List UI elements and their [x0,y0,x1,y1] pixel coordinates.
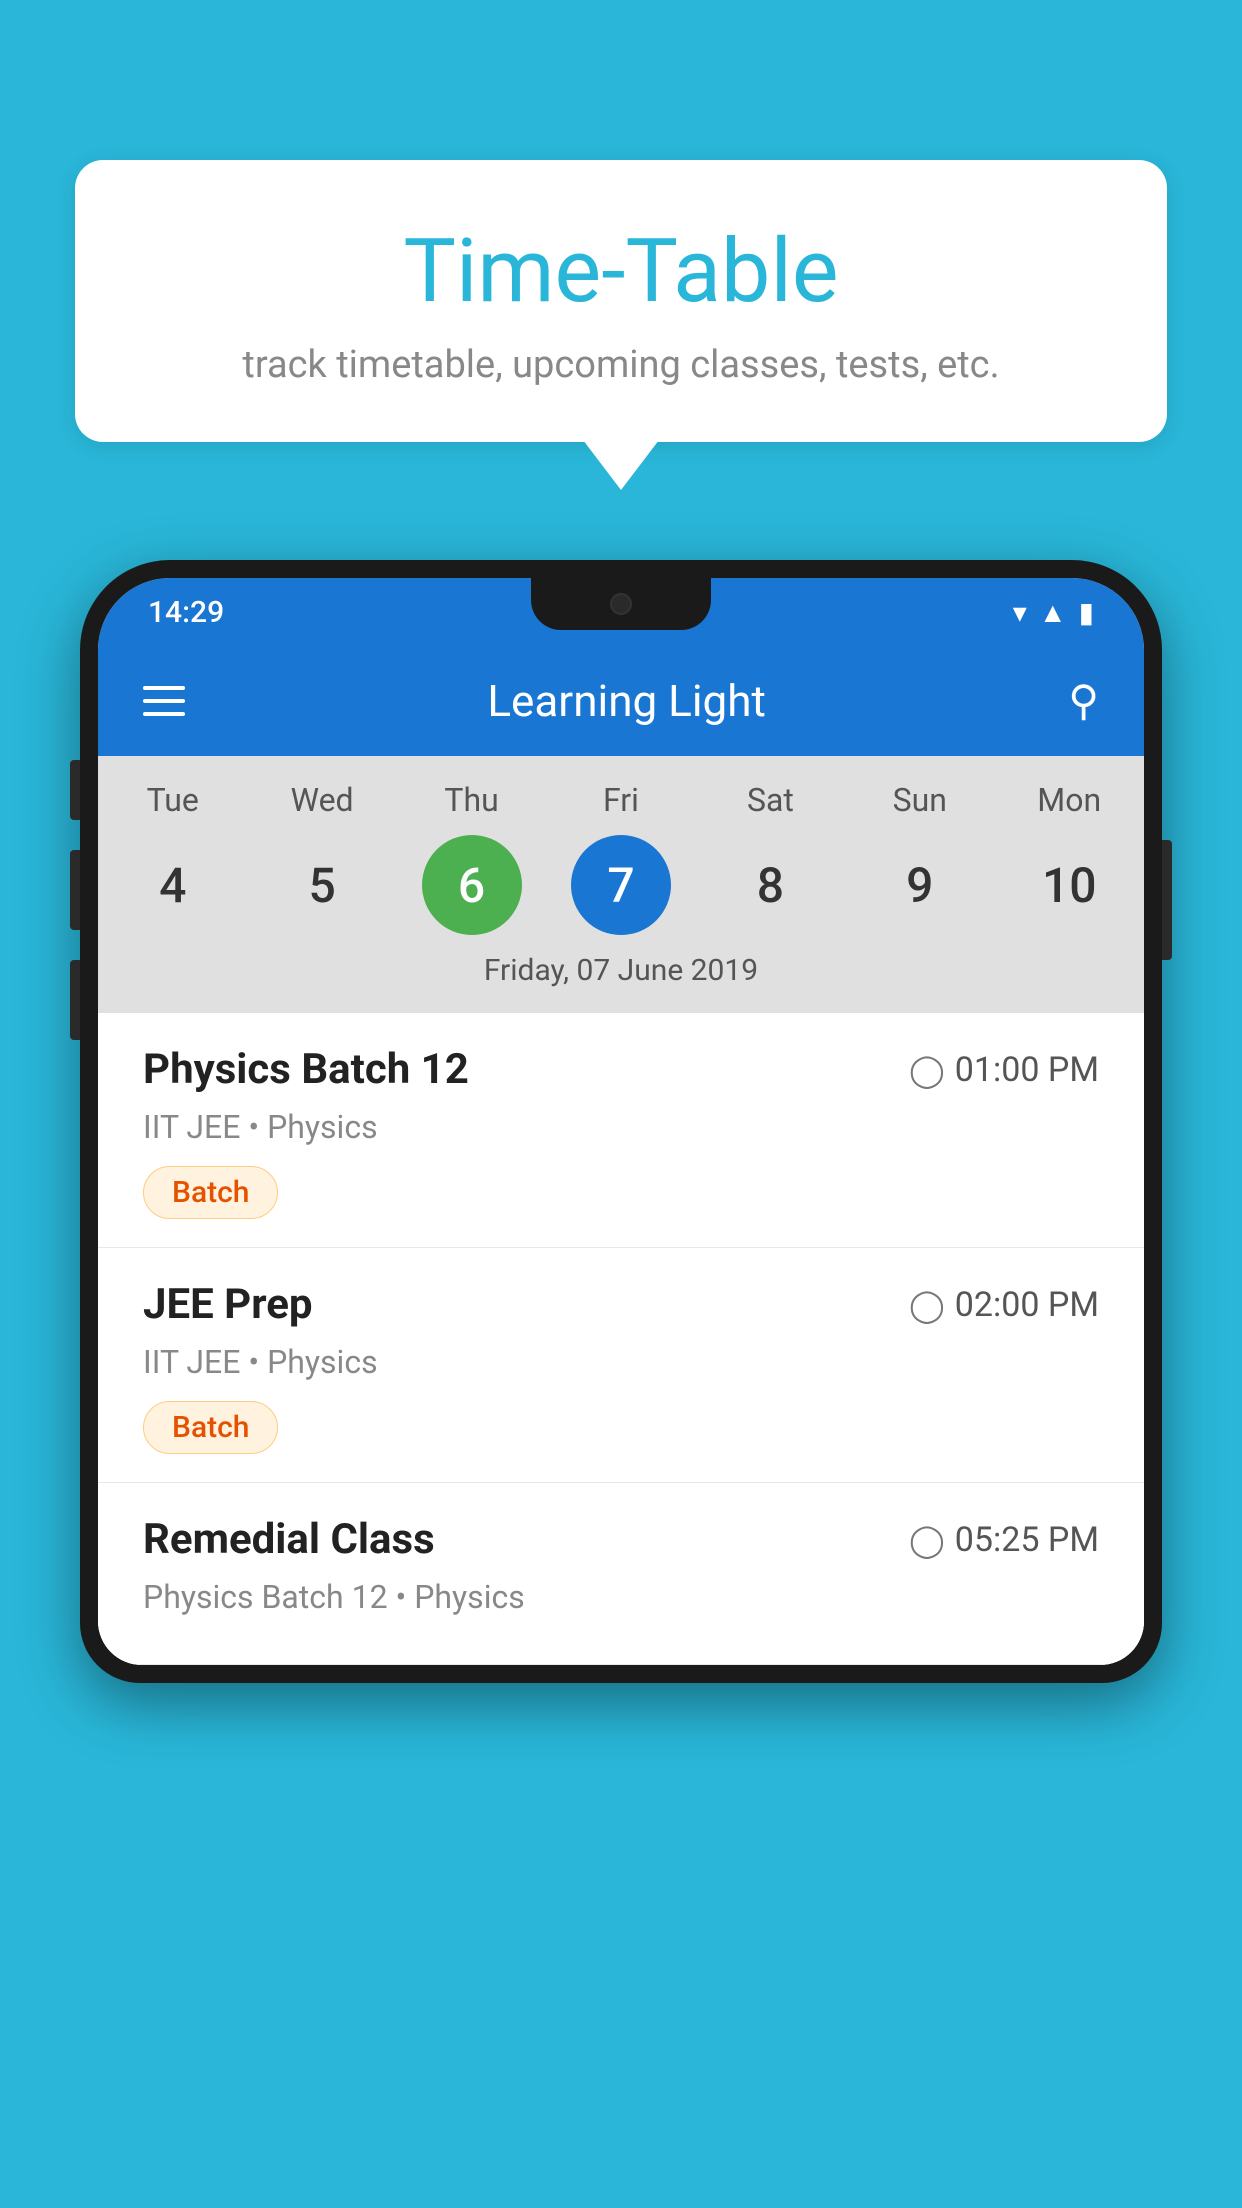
day-header-wed: Wed [257,781,387,819]
schedule-item-1[interactable]: Physics Batch 12 ◯ 01:00 PM IIT JEE • Ph… [98,1013,1144,1248]
schedule-item-1-meta: IIT JEE • Physics [143,1108,1099,1146]
day-header-tue: Tue [108,781,238,819]
tooltip-subtitle: track timetable, upcoming classes, tests… [125,343,1117,387]
phone-outer: 14:29 ▾ ▲ ▮ Learning Light ⚲ [80,560,1162,1683]
schedule-item-3-title: Remedial Class [143,1515,435,1564]
schedule-item-1-title: Physics Batch 12 [143,1045,469,1094]
clock-icon-3: ◯ [909,1521,945,1559]
schedule-item-1-time-value: 01:00 PM [955,1050,1099,1090]
schedule-item-2-time: ◯ 02:00 PM [909,1285,1099,1325]
schedule-item-1-time: ◯ 01:00 PM [909,1050,1099,1090]
day-header-fri: Fri [556,781,686,819]
day-header-sat: Sat [705,781,835,819]
app-title: Learning Light [487,675,766,727]
search-icon[interactable]: ⚲ [1068,676,1099,726]
app-toolbar: Learning Light ⚲ [98,646,1144,756]
schedule-item-2-time-value: 02:00 PM [955,1285,1099,1325]
signal-icon: ▲ [1039,596,1067,629]
schedule-item-3-time-value: 05:25 PM [955,1520,1099,1560]
schedule-item-2-title: JEE Prep [143,1280,313,1329]
status-time: 14:29 [148,595,224,630]
selected-date-label: Friday, 07 June 2019 [98,953,1144,998]
day-header-mon: Mon [1004,781,1134,819]
calendar-strip: Tue Wed Thu Fri Sat Sun Mon 4 5 6 7 8 9 … [98,756,1144,1013]
menu-icon[interactable] [143,686,185,716]
schedule-item-3-time: ◯ 05:25 PM [909,1520,1099,1560]
schedule-item-2-header: JEE Prep ◯ 02:00 PM [143,1280,1099,1329]
schedule-item-3[interactable]: Remedial Class ◯ 05:25 PM Physics Batch … [98,1483,1144,1665]
day-numbers: 4 5 6 7 8 9 10 [98,835,1144,935]
schedule-item-3-header: Remedial Class ◯ 05:25 PM [143,1515,1099,1564]
day-4[interactable]: 4 [123,835,223,935]
schedule-item-1-header: Physics Batch 12 ◯ 01:00 PM [143,1045,1099,1094]
clock-icon-1: ◯ [909,1051,945,1089]
status-icons: ▾ ▲ ▮ [1013,596,1094,629]
battery-icon: ▮ [1079,596,1094,629]
schedule-item-2-tag: Batch [143,1401,278,1454]
phone-screen: 14:29 ▾ ▲ ▮ Learning Light ⚲ [98,578,1144,1665]
phone-notch [531,578,711,630]
schedule-item-1-tag: Batch [143,1166,278,1219]
day-5[interactable]: 5 [272,835,372,935]
schedule-item-2[interactable]: JEE Prep ◯ 02:00 PM IIT JEE • Physics Ba… [98,1248,1144,1483]
wifi-icon: ▾ [1013,596,1027,629]
mute-button [70,960,80,1040]
day-8[interactable]: 8 [720,835,820,935]
tooltip-card: Time-Table track timetable, upcoming cla… [75,160,1167,442]
day-header-thu: Thu [407,781,537,819]
schedule-list: Physics Batch 12 ◯ 01:00 PM IIT JEE • Ph… [98,1013,1144,1665]
day-9[interactable]: 9 [870,835,970,935]
day-6-today[interactable]: 6 [422,835,522,935]
schedule-item-3-meta: Physics Batch 12 • Physics [143,1578,1099,1616]
day-7-selected[interactable]: 7 [571,835,671,935]
volume-up-button [70,760,80,820]
volume-down-button [70,850,80,930]
schedule-item-2-meta: IIT JEE • Physics [143,1343,1099,1381]
day-headers: Tue Wed Thu Fri Sat Sun Mon [98,781,1144,819]
phone-mockup: 14:29 ▾ ▲ ▮ Learning Light ⚲ [80,560,1162,2208]
tooltip-title: Time-Table [125,220,1117,323]
day-10[interactable]: 10 [1019,835,1119,935]
clock-icon-2: ◯ [909,1286,945,1324]
power-button [1162,840,1172,960]
day-header-sun: Sun [855,781,985,819]
camera-dot [610,593,632,615]
